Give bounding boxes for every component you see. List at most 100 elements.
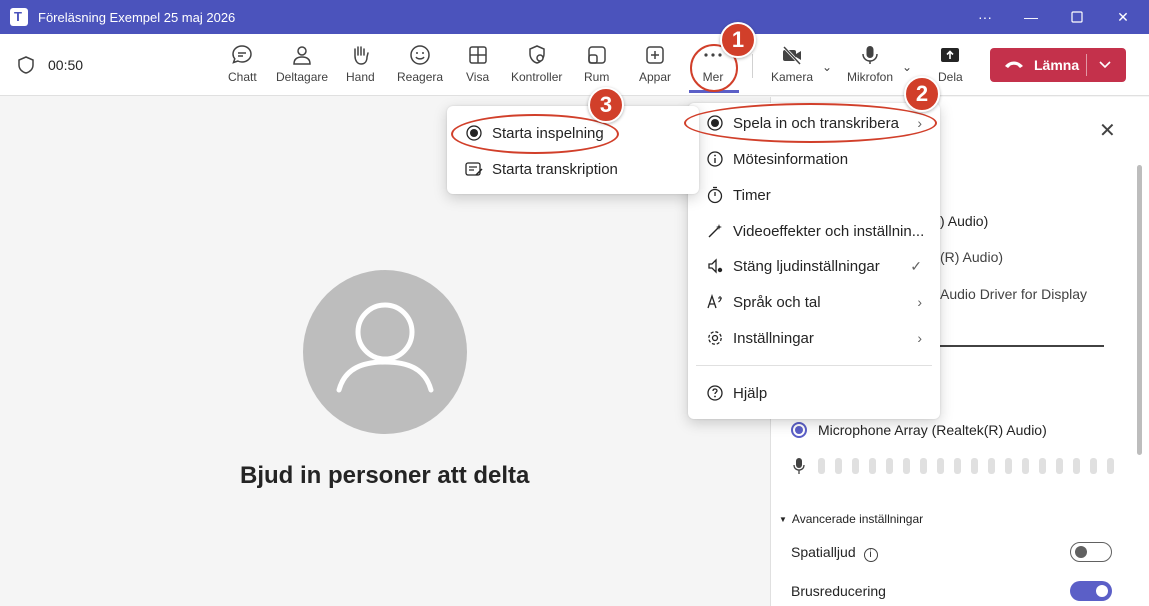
noise-suppression-toggle[interactable]	[1070, 581, 1112, 601]
speaker-settings-icon	[706, 257, 724, 275]
timer-icon	[706, 186, 724, 204]
mic-options-chevron-icon[interactable]: ⌄	[902, 60, 912, 74]
callout-ring-start-recording	[451, 114, 619, 154]
view-label: Visa	[466, 70, 490, 84]
callout-badge-2: 2	[904, 76, 940, 112]
rooms-label: Rum	[584, 70, 610, 84]
people-icon	[293, 46, 311, 65]
plus-square-icon	[646, 46, 664, 64]
participants-button[interactable]: Deltagare	[276, 44, 328, 84]
menu-item-label: Hjälp	[733, 384, 768, 402]
more-icon[interactable]: ···	[962, 0, 1008, 34]
hand-label: Hand	[346, 70, 375, 84]
leave-divider	[1086, 54, 1087, 76]
maximize-icon[interactable]	[1054, 0, 1100, 34]
smiley-icon	[410, 45, 430, 65]
menu-item-help[interactable]: Hjälp	[688, 378, 940, 408]
view-button[interactable]: Visa	[466, 44, 489, 84]
callout-ring-record	[684, 103, 937, 143]
controls-label: Kontroller	[511, 70, 563, 84]
video-effects-icon	[706, 222, 724, 240]
participants-label: Deltagare	[276, 70, 329, 84]
callout-badge-1: 1	[720, 22, 756, 58]
shield-icon	[18, 56, 34, 74]
advanced-settings-toggle[interactable]: ▼ Avancerade inställningar	[779, 512, 923, 526]
camera-button[interactable]: Kamera	[771, 44, 813, 84]
spatial-audio-label: Spatialljud i	[791, 544, 878, 562]
chat-label: Chatt	[228, 70, 257, 84]
language-icon	[706, 293, 724, 311]
shield-gear-icon	[528, 45, 545, 64]
speaker-level-bar	[940, 345, 1104, 347]
apps-label: Appar	[639, 70, 672, 84]
callout-badge-3: 3	[588, 87, 624, 123]
apps-button[interactable]: Appar	[639, 44, 671, 84]
spatial-audio-toggle[interactable]	[1070, 542, 1112, 562]
hand-icon	[354, 46, 370, 65]
menu-item-label: Språk och tal	[733, 293, 821, 311]
menu-item-label: Inställningar	[733, 329, 814, 347]
teams-logo-icon	[10, 8, 28, 26]
timer-label: 00:50	[48, 57, 84, 73]
menu-item-close-audio-settings[interactable]: Stäng ljudinställningar ✓	[688, 251, 940, 281]
window-title: Föreläsning Exempel 25 maj 2026	[38, 9, 236, 25]
menu-item-label: Timer	[733, 186, 771, 204]
menu-item-settings[interactable]: Inställningar ›	[688, 323, 940, 353]
minimize-icon[interactable]: —	[1008, 0, 1054, 34]
close-icon[interactable]: ✕	[1100, 0, 1146, 34]
react-label: Reagera	[397, 70, 444, 84]
panel-scrollbar[interactable]	[1137, 165, 1142, 455]
share-button[interactable]: Dela	[938, 44, 963, 84]
menu-item-meeting-info[interactable]: Mötesinformation	[688, 144, 940, 174]
menu-divider	[696, 365, 932, 366]
mic-level-meter	[818, 458, 1114, 474]
chevron-right-icon: ›	[917, 294, 922, 310]
share-label: Dela	[938, 70, 963, 84]
menu-item-video-effects[interactable]: Videoeffekter och inställnin...	[688, 216, 940, 246]
chevron-down-icon[interactable]	[1098, 54, 1112, 74]
invite-text: Bjud in personer att delta	[240, 462, 530, 489]
phone-hangup-icon	[1005, 61, 1023, 68]
chat-button[interactable]: Chatt	[228, 44, 257, 84]
speaker-option-1[interactable]: ) Audio)	[940, 213, 988, 229]
leave-label: Lämna	[1034, 57, 1080, 73]
advanced-settings-label: Avancerade inställningar	[791, 512, 924, 526]
transcript-icon	[465, 160, 483, 178]
mic-icon	[793, 458, 805, 474]
camera-options-chevron-icon[interactable]: ⌄	[822, 60, 832, 74]
settings-icon	[706, 329, 724, 347]
title-bar: Föreläsning Exempel 25 maj 2026 ··· — ✕	[0, 0, 1149, 34]
meeting-toolbar: 00:50 Chatt Deltagare Hand Reagera Visa …	[0, 34, 1149, 96]
grid-icon	[468, 46, 487, 64]
rooms-button[interactable]: Rum	[584, 44, 609, 84]
toolbar-divider	[752, 54, 753, 78]
caret-down-icon: ▼	[779, 514, 787, 524]
share-icon	[941, 48, 960, 62]
menu-item-timer[interactable]: Timer	[688, 180, 940, 210]
menu-item-label: Starta transkription	[492, 160, 618, 178]
microphone-button[interactable]: Mikrofon	[847, 44, 893, 84]
more-menu: Spela in och transkribera › Mötesinforma…	[688, 103, 940, 419]
avatar	[303, 270, 467, 434]
leave-button[interactable]: Lämna	[990, 48, 1126, 82]
microphone-name: Microphone Array (Realtek(R) Audio)	[818, 422, 1047, 438]
speaker-option-2[interactable]: (R) Audio)	[940, 249, 1003, 265]
panel-close-icon[interactable]: ✕	[1099, 118, 1116, 143]
menu-item-language-speech[interactable]: Språk och tal ›	[688, 287, 940, 317]
menu-item-start-transcription[interactable]: Starta transkription	[447, 154, 699, 184]
menu-item-label: Mötesinformation	[733, 150, 849, 168]
chevron-right-icon: ›	[917, 330, 922, 346]
controls-button[interactable]: Kontroller	[511, 44, 562, 84]
noise-suppression-label: Brusreducering	[791, 583, 886, 599]
microphone-label: Mikrofon	[847, 70, 894, 84]
person-icon	[336, 302, 434, 393]
microphone-radio[interactable]	[791, 422, 807, 438]
info-icon	[706, 150, 724, 168]
react-button[interactable]: Reagera	[397, 44, 443, 84]
hand-button[interactable]: Hand	[346, 44, 375, 84]
info-icon[interactable]: i	[863, 548, 878, 562]
meeting-timer: 00:50	[18, 56, 83, 74]
camera-off-icon	[782, 45, 802, 66]
mic-icon	[862, 46, 878, 64]
speaker-option-3[interactable]: Audio Driver for Display	[940, 286, 1087, 302]
